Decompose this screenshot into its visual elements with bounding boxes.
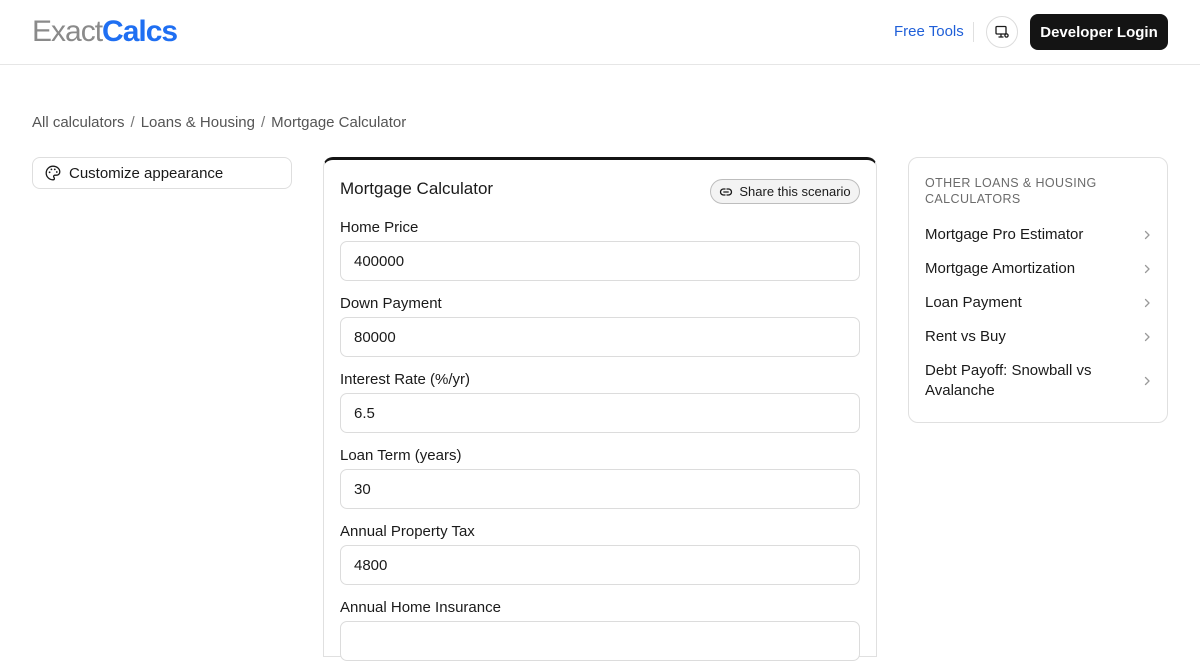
related-item-label: Rent vs Buy — [925, 328, 1006, 345]
palette-icon — [44, 164, 62, 182]
home-price-input[interactable] — [340, 241, 860, 281]
breadcrumb-all-calculators[interactable]: All calculators — [32, 114, 125, 131]
breadcrumb-current: Mortgage Calculator — [271, 114, 407, 131]
related-item-mortgage-pro-estimator[interactable]: Mortgage Pro Estimator — [925, 225, 1153, 245]
share-scenario-label: Share this scenario — [739, 184, 851, 199]
home-price-label: Home Price — [340, 219, 419, 236]
chevron-right-icon — [1141, 375, 1153, 387]
down-payment-label: Down Payment — [340, 295, 442, 312]
logo-text-light: Exact — [32, 15, 103, 48]
breadcrumb-separator: / — [260, 114, 266, 131]
logo[interactable]: ExactCalcs — [32, 14, 178, 50]
display-settings-button[interactable] — [986, 16, 1018, 48]
related-item-label: Mortgage Amortization — [925, 260, 1076, 277]
header-divider — [973, 22, 974, 42]
related-item-mortgage-amortization[interactable]: Mortgage Amortization — [925, 259, 1153, 279]
down-payment-input[interactable] — [340, 317, 860, 357]
chevron-right-icon — [1141, 229, 1153, 241]
loan-term-input[interactable] — [340, 469, 860, 509]
related-item-rent-vs-buy[interactable]: Rent vs Buy — [925, 327, 1153, 347]
chevron-right-icon — [1141, 263, 1153, 275]
breadcrumb: All calculators / Loans & Housing / Mortgage… — [32, 114, 406, 132]
related-calculators-panel: OTHER LOANS & HOUSING CALCULATORS Mortga… — [908, 157, 1168, 423]
logo-text-bold: Calcs — [102, 15, 178, 48]
breadcrumb-loans-housing[interactable]: Loans & Housing — [141, 114, 255, 131]
property-tax-input[interactable] — [340, 545, 860, 585]
free-tools-link[interactable]: Free Tools — [894, 22, 964, 42]
customize-appearance-button[interactable]: Customize appearance — [32, 157, 292, 189]
related-item-loan-payment[interactable]: Loan Payment — [925, 293, 1153, 313]
site-header: ExactCalcs Free Tools Developer Login — [0, 0, 1200, 65]
monitor-settings-icon — [994, 24, 1010, 40]
breadcrumb-separator: / — [130, 114, 135, 131]
related-item-debt-payoff[interactable]: Debt Payoff: Snowball vs Avalanche — [925, 361, 1153, 401]
loan-term-label: Loan Term (years) — [340, 447, 462, 464]
chevron-right-icon — [1141, 297, 1153, 309]
calculator-card: Mortgage Calculator Share this scenario … — [323, 157, 877, 661]
property-tax-label: Annual Property Tax — [340, 523, 475, 540]
related-item-label: Debt Payoff: Snowball vs Avalanche — [925, 362, 1092, 399]
interest-rate-label: Interest Rate (%/yr) — [340, 371, 471, 388]
customize-appearance-label: Customize appearance — [69, 164, 224, 182]
home-insurance-label: Annual Home Insurance — [340, 599, 501, 616]
calculator-title: Mortgage Calculator — [340, 179, 494, 198]
related-item-label: Mortgage Pro Estimator — [925, 226, 1084, 243]
developer-login-button[interactable]: Developer Login — [1030, 14, 1168, 50]
related-calculators-heading: OTHER LOANS & HOUSING CALCULATORS — [925, 176, 1097, 206]
chevron-right-icon — [1141, 331, 1153, 343]
link-icon — [719, 185, 733, 199]
interest-rate-input[interactable] — [340, 393, 860, 433]
related-item-label: Loan Payment — [925, 294, 1022, 311]
share-scenario-button[interactable]: Share this scenario — [710, 179, 860, 204]
home-insurance-input[interactable] — [340, 621, 860, 661]
